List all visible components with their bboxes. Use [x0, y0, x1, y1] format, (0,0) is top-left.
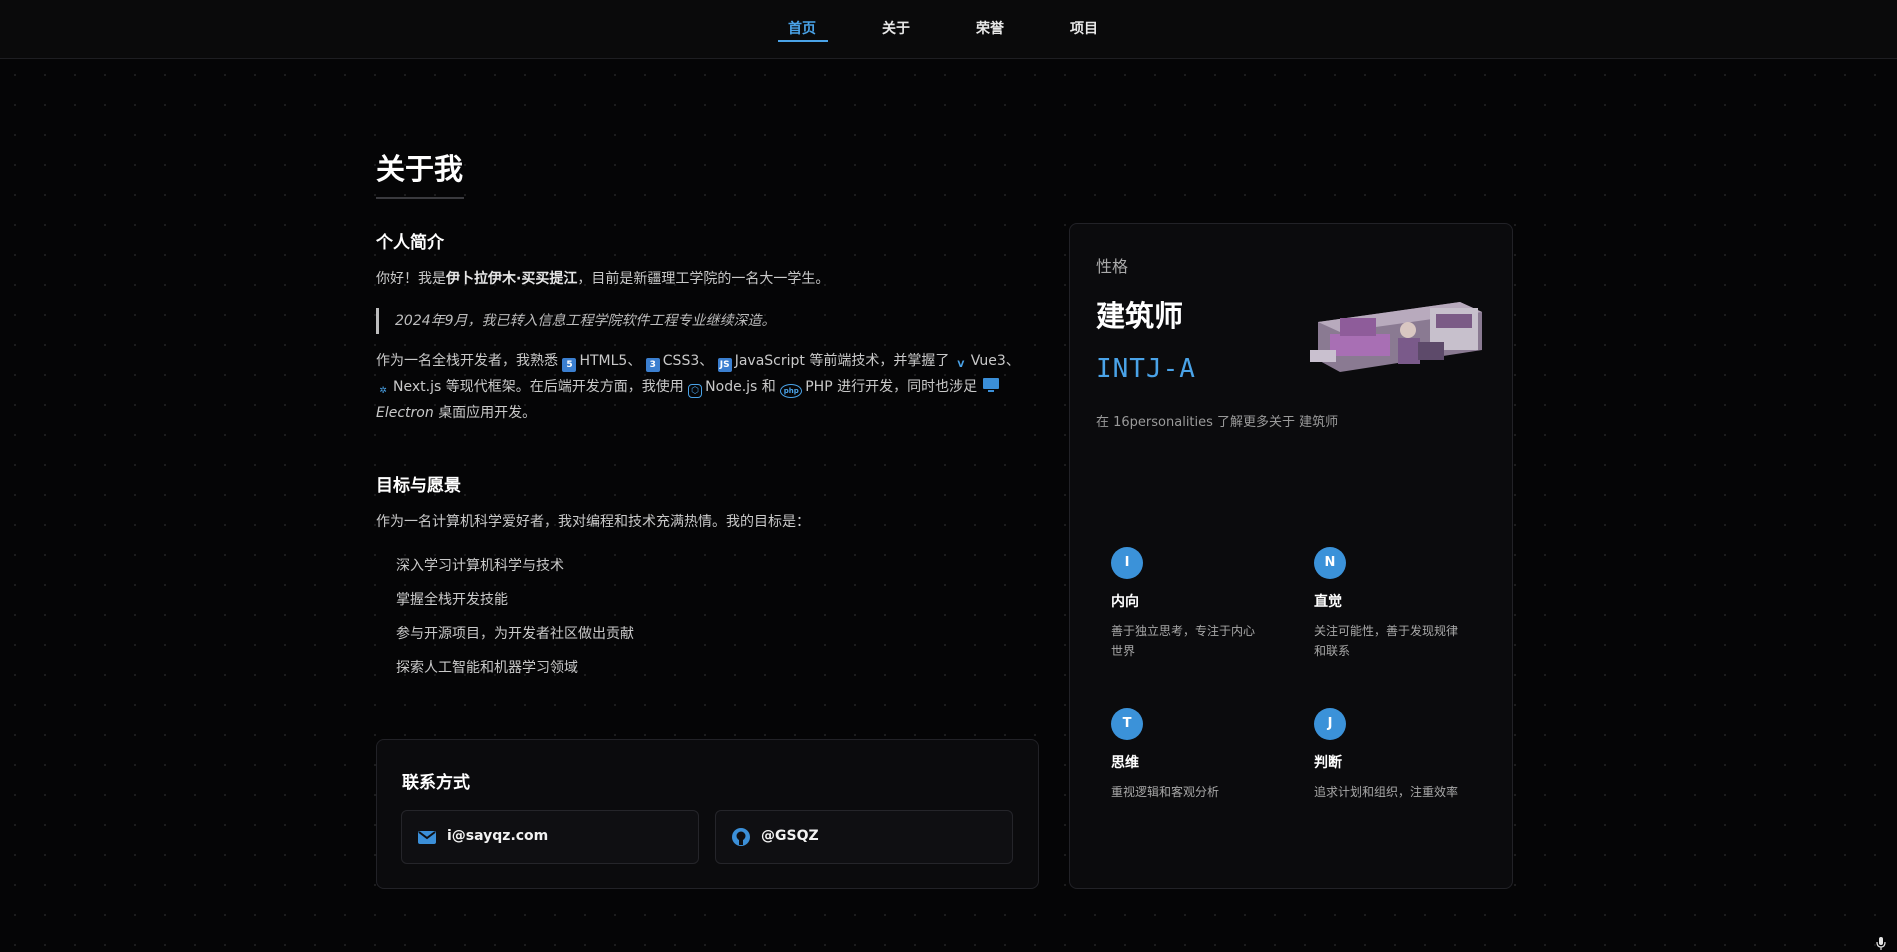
trait-badge-n: N	[1314, 547, 1346, 579]
goal-item: 探索人工智能和机器学习领域	[396, 660, 578, 676]
tech-sep-3: 、	[1005, 353, 1020, 369]
goals-heading: 目标与愿景	[376, 476, 461, 496]
personality-name: 建筑师	[1096, 299, 1184, 333]
trait-title-judging: 判断	[1314, 755, 1342, 771]
tech-mid-1: 等前端技术，并掌握了	[809, 353, 950, 369]
tech-vue: Vue3	[970, 353, 1006, 369]
javascript-icon: JS	[717, 358, 732, 372]
email-text: i@sayqz.com	[447, 828, 549, 844]
title-divider	[376, 197, 464, 199]
trait-desc-thinking: 重视逻辑和客观分析	[1111, 785, 1220, 799]
tech-node: Node.js	[705, 379, 758, 395]
tech-js: JavaScript	[734, 353, 805, 369]
github-link[interactable]: @GSQZ	[715, 810, 1013, 864]
trait-title-intuition: 直觉	[1314, 594, 1342, 610]
css3-icon: 3	[645, 358, 660, 372]
trait-badge-j: J	[1314, 708, 1346, 740]
nav-home[interactable]: 首页	[788, 18, 816, 38]
php-icon: php	[780, 384, 803, 398]
react-icon: ✲	[379, 386, 387, 396]
tech-end: 桌面应用开发。	[438, 405, 537, 421]
trait-badge-i: I	[1111, 547, 1143, 579]
monitor-icon	[982, 378, 999, 392]
architect-illustration	[1310, 302, 1482, 372]
github-text: @GSQZ	[761, 828, 819, 844]
tech-next: Next.js	[393, 379, 442, 395]
tech-mid-2: 等现代框架。在后端开发方面，我使用	[445, 379, 684, 395]
trait-title-thinking: 思维	[1111, 755, 1139, 771]
email-link[interactable]: i@sayqz.com	[401, 810, 699, 864]
tech-and: 和	[761, 379, 776, 395]
page-title: 关于我	[376, 152, 464, 186]
contact-title: 联系方式	[402, 773, 470, 793]
tech-pre: 作为一名全栈开发者，我熟悉	[376, 353, 558, 369]
tech-mid-3: 进行开发，同时也涉足	[837, 379, 978, 395]
vue-icon: V	[957, 360, 965, 370]
intro-post: ，目前是新疆理工学院的一名大一学生。	[577, 271, 830, 287]
personality-code: INTJ-A	[1096, 354, 1196, 384]
goal-item: 掌握全栈开发技能	[396, 592, 508, 608]
tech-sep-1: 、	[627, 353, 642, 369]
trait-desc-judging: 追求计划和组织，注重效率	[1314, 785, 1459, 799]
nodejs-icon: ⬡	[688, 384, 703, 398]
intro-name: 伊卜拉伊木·买买提江	[446, 271, 578, 287]
tech-paragraph: 作为一名全栈开发者，我熟悉 5 HTML5、 3 CSS3、 JS JavaScrip…	[376, 348, 1036, 426]
transfer-quote: 2024年9月，我已转入信息工程学院软件工程专业继续深造。	[395, 313, 776, 329]
nav-projects[interactable]: 项目	[1070, 18, 1098, 38]
microphone-icon[interactable]	[1874, 936, 1888, 950]
trait-badge-t: T	[1111, 708, 1143, 740]
personality-label: 性格	[1096, 257, 1129, 276]
personality-link[interactable]: 在 16personalities 了解更多关于 建筑师	[1096, 411, 1338, 430]
trait-desc-introvert: 善于独立思考，专注于内心世界	[1111, 624, 1256, 658]
tech-sep-2: 、	[699, 353, 714, 369]
tech-php: PHP	[805, 379, 833, 395]
intro-paragraph: 你好！我是伊卜拉伊木·买买提江，目前是新疆理工学院的一名大一学生。	[376, 266, 829, 292]
quote-bar	[376, 308, 379, 334]
html5-icon: 5	[562, 358, 577, 372]
goal-item: 深入学习计算机科学与技术	[396, 558, 564, 574]
top-navigation: 首页 关于 荣誉 项目	[0, 0, 1897, 59]
tech-electron: Electron	[376, 405, 434, 421]
intro-pre: 你好！我是	[376, 271, 446, 287]
nav-active-indicator	[778, 40, 828, 42]
nav-honors[interactable]: 荣誉	[976, 18, 1004, 38]
goal-item: 参与开源项目，为开发者社区做出贡献	[396, 626, 634, 642]
tech-css: CSS3	[662, 353, 700, 369]
intro-heading: 个人简介	[376, 233, 444, 253]
trait-desc-intuition: 关注可能性，善于发现规律和联系	[1314, 624, 1459, 658]
github-icon	[732, 828, 750, 846]
goals-intro: 作为一名计算机科学爱好者，我对编程和技术充满热情。我的目标是：	[376, 514, 810, 530]
nav-about[interactable]: 关于	[882, 18, 910, 38]
mail-icon	[418, 831, 436, 844]
trait-title-introvert: 内向	[1111, 594, 1139, 610]
tech-html: HTML5	[579, 353, 628, 369]
